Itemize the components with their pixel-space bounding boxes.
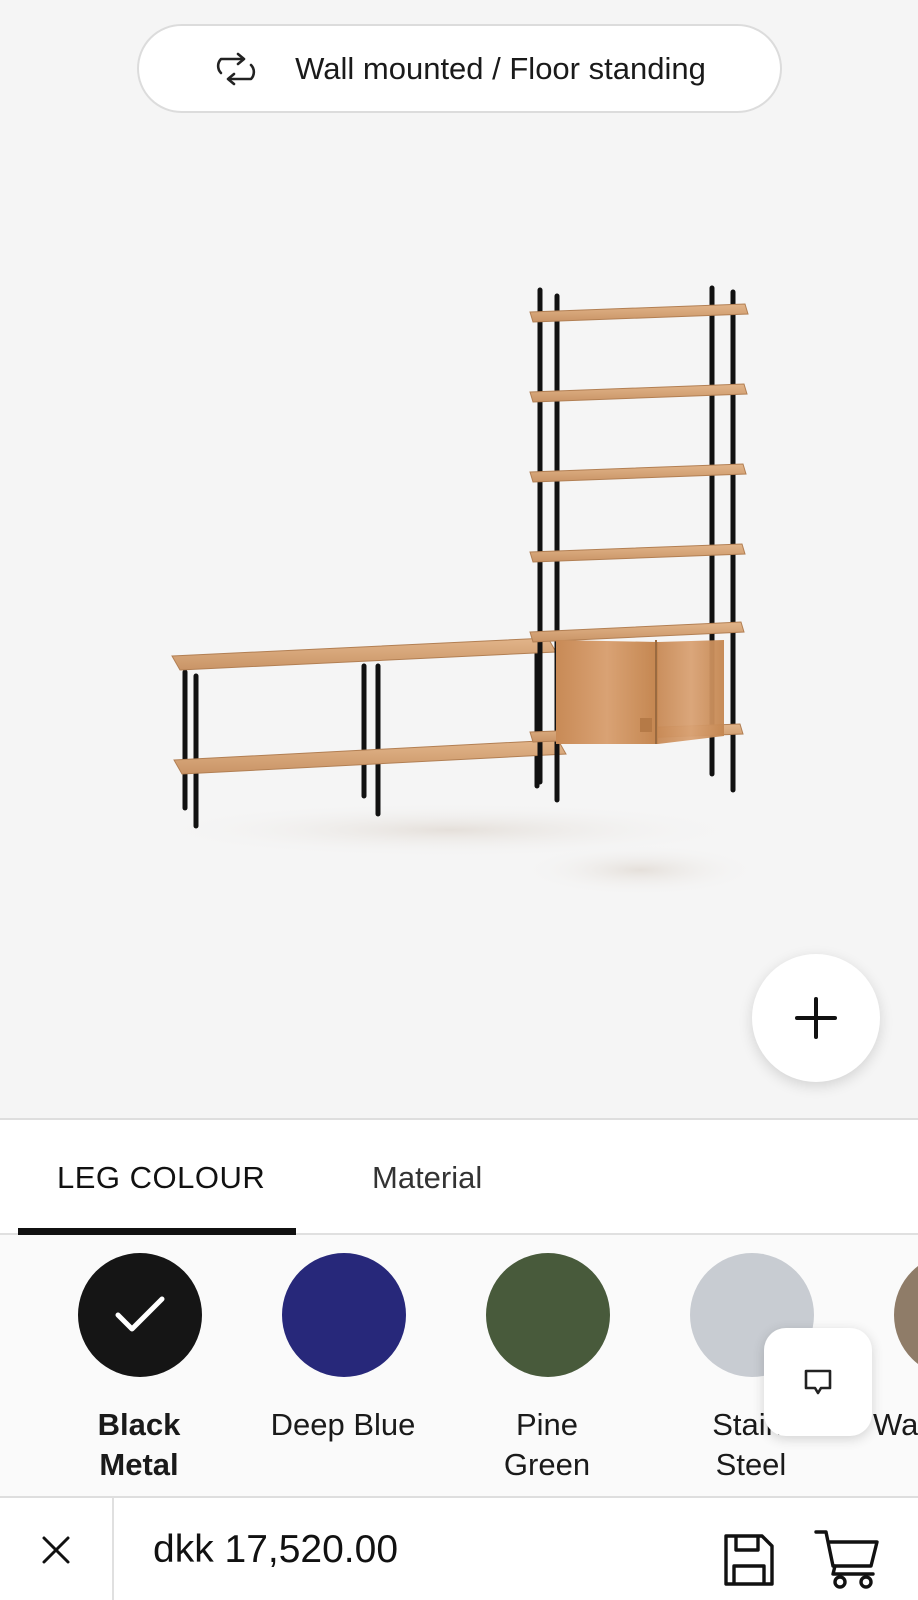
swatch-label: Pine Green	[503, 1407, 591, 1482]
chat-bubble-icon	[804, 1369, 832, 1395]
save-button[interactable]	[722, 1532, 776, 1593]
option-tabs: LEG COLOUR Material	[0, 1120, 918, 1235]
checkout-bar: dkk 17,520.00	[0, 1496, 918, 1600]
cart-button[interactable]	[814, 1528, 880, 1595]
total-price: dkk 17,520.00	[153, 1528, 399, 1571]
mount-type-label: Wall mounted / Floor standing	[295, 50, 706, 86]
chat-button[interactable]	[764, 1328, 872, 1436]
floppy-disk-icon	[724, 1534, 774, 1586]
swatch-black-metal[interactable]: Black Metal	[39, 1237, 239, 1497]
tab-leg-colour[interactable]: LEG COLOUR	[57, 1160, 265, 1196]
plus-icon	[795, 997, 837, 1039]
swap-arrows-icon	[217, 52, 256, 85]
checkmark-icon	[115, 1296, 165, 1332]
mount-type-toggle[interactable]: Wall mounted / Floor standing	[137, 24, 782, 113]
close-icon	[42, 1536, 70, 1564]
active-tab-indicator	[18, 1228, 296, 1235]
swatch-circle	[894, 1253, 918, 1377]
swatch-circle	[78, 1253, 202, 1377]
swatch-deep-blue[interactable]: Deep Blue	[243, 1237, 443, 1497]
swatch-label: Black Metal	[97, 1407, 181, 1482]
cart-icon	[814, 1530, 879, 1589]
add-module-button[interactable]	[752, 954, 880, 1082]
swatch-circle	[282, 1253, 406, 1377]
swatch-label: Deep Blue	[270, 1407, 416, 1442]
close-button[interactable]	[0, 1498, 114, 1600]
tab-material[interactable]: Material	[372, 1160, 482, 1196]
swatch-circle	[486, 1253, 610, 1377]
swatch-label: Wa	[873, 1407, 918, 1442]
swatch-pine-green[interactable]: Pine Green	[447, 1237, 647, 1497]
